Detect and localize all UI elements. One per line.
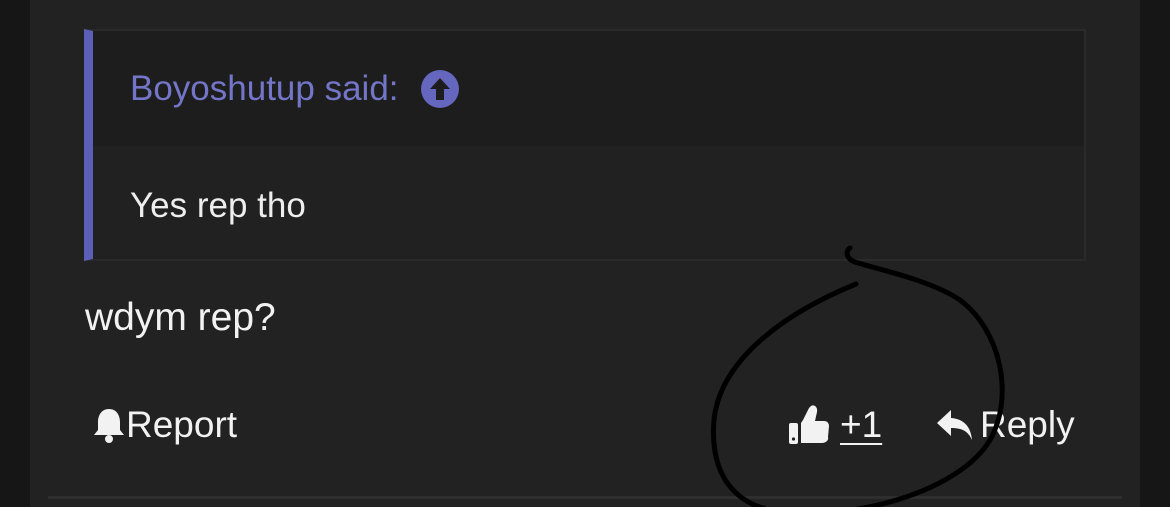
quote-block: Boyoshutup said: Yes rep tho <box>84 29 1086 261</box>
quote-text: Yes rep tho <box>130 186 306 225</box>
report-label: Report <box>126 404 238 445</box>
reply-label: Reply <box>980 404 1075 445</box>
forum-post: Boyoshutup said: Yes rep tho wdym rep? R… <box>30 0 1140 507</box>
reply-button[interactable]: Reply <box>936 404 1075 446</box>
reply-arrow-icon <box>936 408 974 442</box>
post-divider <box>48 496 1122 499</box>
post-message: wdym rep? <box>85 296 276 339</box>
thumbs-up-icon <box>788 404 830 446</box>
arrow-up-circle-icon[interactable] <box>420 69 459 108</box>
quote-header: Boyoshutup said: <box>93 31 1084 146</box>
report-button[interactable]: Report <box>92 404 237 446</box>
page: Boyoshutup said: Yes rep tho wdym rep? R… <box>0 0 1170 507</box>
bell-icon <box>92 407 126 443</box>
like-count[interactable]: +1 <box>840 404 882 446</box>
quote-author[interactable]: Boyoshutup said: <box>130 69 399 109</box>
like-button[interactable]: +1 <box>788 404 882 446</box>
